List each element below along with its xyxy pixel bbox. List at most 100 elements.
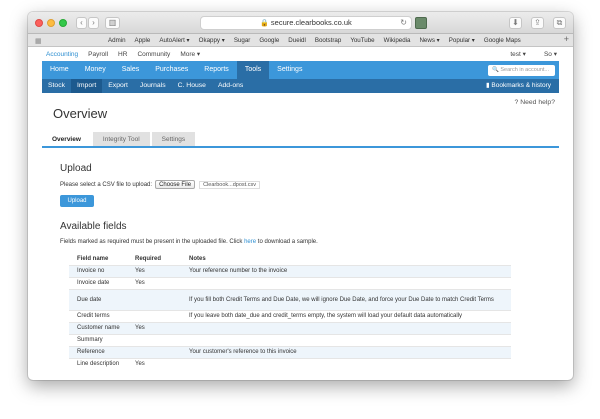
- sidebar-icon[interactable]: ▥: [105, 17, 120, 29]
- notes-cell: If you fill both Credit Terms and Due Da…: [181, 288, 511, 310]
- field-name-cell: Invoice no: [69, 264, 127, 277]
- table-row: Due date If you fill both Credit Terms a…: [69, 288, 511, 310]
- subnav-c-house[interactable]: C. House: [172, 79, 212, 93]
- column-header: Notes: [189, 256, 206, 263]
- bookmarks-history-link[interactable]: ▮ Bookmarks & history: [486, 79, 551, 93]
- tab-integrity-tool[interactable]: Integrity Tool: [92, 132, 150, 146]
- user-menu-label: test ▾: [510, 51, 526, 58]
- subnav-import[interactable]: Import: [71, 79, 103, 93]
- tab-settings[interactable]: Settings: [151, 132, 196, 146]
- tabs-icon[interactable]: ⧉: [553, 17, 566, 29]
- browser-window: ‹ › ▥ 🔒 secure.clearbooks.co.uk ↻ ⬇ ⇪ ⧉ ▦…: [28, 12, 573, 380]
- user-menu-label-2: So ▾: [543, 51, 557, 58]
- field-name-cell: Due date: [69, 288, 127, 310]
- sub-nav: Stock Import Export Journals C. House Ad…: [42, 79, 559, 93]
- available-fields-heading: Available fields: [60, 221, 127, 232]
- nav-home[interactable]: Home: [42, 61, 77, 79]
- nav-purchases[interactable]: Purchases: [147, 61, 196, 79]
- download-icon[interactable]: ⬇: [509, 17, 522, 29]
- selected-file-name: Clearbook...dpost.csv: [199, 180, 260, 189]
- forward-button[interactable]: ›: [88, 17, 99, 29]
- bookmark-item[interactable]: Google Maps: [484, 37, 521, 44]
- user-menu[interactable]: test ▾ So ▾: [510, 50, 557, 58]
- required-cell: Yes: [127, 264, 181, 277]
- intro-prefix: Fields marked as required must be presen…: [60, 239, 245, 245]
- account-search-input[interactable]: 🔍 Search in account...: [488, 65, 555, 76]
- bookmark-item[interactable]: Dueidl: [288, 37, 306, 44]
- extension-icon[interactable]: [415, 17, 427, 29]
- bookmark-item[interactable]: Popular ▾: [449, 37, 475, 44]
- help-icon: ?: [514, 99, 519, 106]
- nav-settings[interactable]: Settings: [269, 61, 310, 79]
- appnav-community[interactable]: Community: [137, 51, 170, 58]
- nav-reports[interactable]: Reports: [196, 61, 237, 79]
- column-header: Field name: [77, 256, 109, 263]
- bookmark-item[interactable]: Google: [259, 37, 279, 44]
- required-cell: Yes: [127, 276, 181, 289]
- fields-intro: Fields marked as required must be presen…: [60, 239, 559, 245]
- main-content: Overview ? Need help? Overview Integrity…: [42, 93, 559, 370]
- upload-section: Upload Please select a CSV file to uploa…: [42, 163, 559, 370]
- choose-file-button[interactable]: Choose File: [155, 180, 196, 189]
- minimize-window-button[interactable]: [47, 19, 55, 27]
- fields-table: Field name Required Notes Invoice no Yes…: [69, 254, 511, 370]
- appnav-accounting[interactable]: Accounting: [46, 51, 78, 58]
- nav-tools[interactable]: Tools: [236, 61, 270, 79]
- bookmark-item[interactable]: Admin: [108, 37, 126, 44]
- help-label: Need help?: [520, 99, 555, 106]
- upload-button[interactable]: Upload: [60, 195, 94, 207]
- help-link[interactable]: ? Need help?: [515, 99, 555, 106]
- add-bookmark-icon[interactable]: +: [564, 34, 569, 44]
- grid-icon[interactable]: ▦: [35, 37, 42, 45]
- tab-overview[interactable]: Overview: [42, 132, 91, 146]
- table-row: Invoice no Yes Your reference number to …: [69, 264, 511, 277]
- required-cell: [127, 288, 181, 310]
- subnav-stock[interactable]: Stock: [42, 79, 71, 93]
- bookmarks-bar: ▦ Admin Apple AutoAlert ▾ Okappy ▾ Sugar…: [28, 34, 573, 47]
- address-bar[interactable]: 🔒 secure.clearbooks.co.uk ↻: [200, 16, 412, 30]
- field-name-cell: Summary: [69, 333, 127, 346]
- notes-cell: If you leave both date_due and credit_te…: [181, 309, 511, 322]
- nav-sales[interactable]: Sales: [114, 61, 148, 79]
- zoom-window-button[interactable]: [59, 19, 67, 27]
- reload-icon[interactable]: ↻: [400, 17, 407, 29]
- notes-cell: Your customer's reference to this invoic…: [181, 345, 511, 358]
- notes-cell: Your reference number to the invoice: [181, 264, 511, 277]
- upload-row: Please select a CSV file to upload: Choo…: [60, 180, 559, 189]
- bookmark-item[interactable]: Okappy ▾: [199, 37, 225, 44]
- url-text: secure.clearbooks.co.uk: [270, 18, 352, 27]
- bookmark-item[interactable]: Bootstrap: [315, 37, 341, 44]
- bookmarks-history-label: Bookmarks & history: [491, 82, 551, 89]
- page-title: Overview: [53, 106, 108, 121]
- subnav-export[interactable]: Export: [102, 79, 134, 93]
- download-sample-link[interactable]: here: [244, 239, 256, 245]
- bookmark-item[interactable]: Wikipedia: [384, 37, 411, 44]
- required-cell: [127, 333, 181, 346]
- bookmark-item[interactable]: News ▾: [419, 37, 439, 44]
- appnav-more[interactable]: More ▾: [180, 50, 200, 58]
- bookmark-item[interactable]: Apple: [135, 37, 151, 44]
- required-cell: Yes: [127, 357, 181, 370]
- close-window-button[interactable]: [35, 19, 43, 27]
- bookmark-item[interactable]: AutoAlert ▾: [159, 37, 189, 44]
- appnav-payroll[interactable]: Payroll: [88, 51, 108, 58]
- table-row: Invoice date Yes: [69, 276, 511, 289]
- table-row: Reference Your customer's reference to t…: [69, 345, 511, 358]
- upload-label: Please select a CSV file to upload:: [60, 181, 153, 188]
- table-row: Summary: [69, 333, 511, 346]
- notes-cell: [181, 276, 511, 289]
- app-top-nav: Accounting Payroll HR Community More ▾ t…: [28, 47, 573, 61]
- field-name-cell: Invoice date: [69, 276, 127, 289]
- bookmark-item[interactable]: YouTube: [350, 37, 374, 44]
- appnav-hr[interactable]: HR: [118, 51, 127, 58]
- bookmark-item[interactable]: Sugar: [234, 37, 251, 44]
- subnav-add-ons[interactable]: Add-ons: [212, 79, 249, 93]
- intro-suffix: to download a sample.: [256, 239, 318, 245]
- field-name-cell: Reference: [69, 345, 127, 358]
- back-button[interactable]: ‹: [76, 17, 87, 29]
- subnav-journals[interactable]: Journals: [134, 79, 172, 93]
- column-header: Required: [135, 256, 162, 263]
- share-icon[interactable]: ⇪: [531, 17, 544, 29]
- nav-money[interactable]: Money: [77, 61, 114, 79]
- notes-cell: [181, 333, 511, 346]
